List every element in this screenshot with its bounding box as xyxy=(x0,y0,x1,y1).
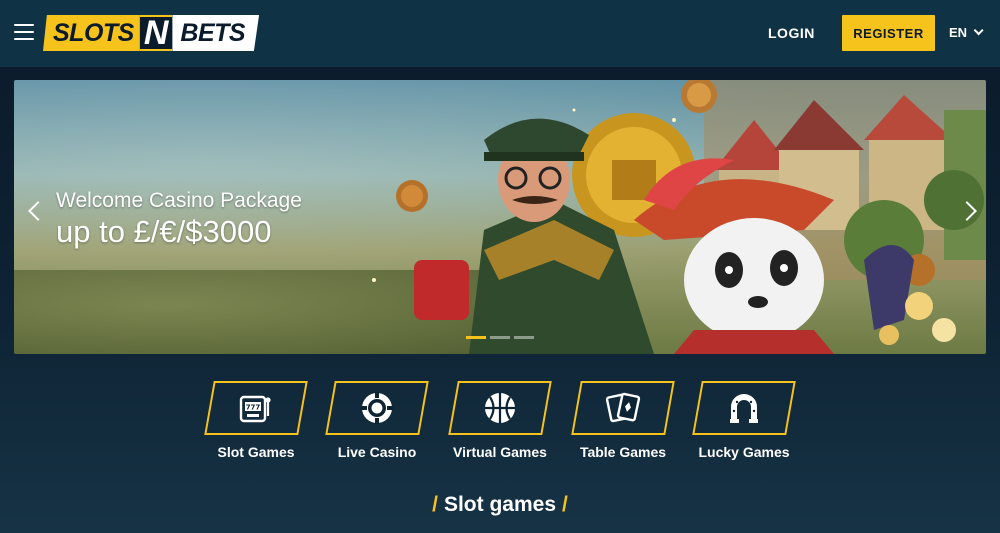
carousel-dot[interactable] xyxy=(514,336,534,339)
promo-banner[interactable]: Welcome Casino Package up to £/€/$3000 xyxy=(14,80,986,354)
logo-text-n: N xyxy=(139,14,173,52)
category-label: Virtual Games xyxy=(453,444,547,460)
category-live-casino[interactable]: Live Casino xyxy=(325,381,429,460)
category-label: Table Games xyxy=(579,444,667,460)
heading-slash-left: / xyxy=(432,493,438,516)
category-slot-games[interactable]: 777 Slot Games xyxy=(204,381,308,460)
category-label: Live Casino xyxy=(337,444,417,460)
banner-title: Welcome Casino Package xyxy=(56,189,302,212)
chevron-down-icon xyxy=(973,25,984,36)
language-label: EN xyxy=(949,25,968,40)
slot-machine-icon: 777 xyxy=(239,395,271,423)
carousel-dot[interactable] xyxy=(490,336,510,339)
category-label: Slot Games xyxy=(217,444,295,460)
heading-slash-right: / xyxy=(562,493,568,516)
language-selector[interactable]: EN xyxy=(949,25,984,40)
category-virtual-games[interactable]: Virtual Games xyxy=(448,381,552,460)
category-tile xyxy=(448,381,552,435)
category-tile: 777 xyxy=(204,381,308,435)
section-title-text: Slot games xyxy=(443,493,557,516)
banner-subtitle: up to £/€/$3000 xyxy=(56,214,272,249)
hamburger-menu-icon[interactable] xyxy=(14,24,34,41)
carousel-dot[interactable] xyxy=(466,336,486,339)
site-logo[interactable]: SLOTS N BETS xyxy=(43,14,285,52)
category-tile xyxy=(325,381,429,435)
casino-chip-icon xyxy=(361,392,393,424)
category-lucky-games[interactable]: Lucky Games xyxy=(692,381,796,460)
logo-text-slots: SLOTS xyxy=(43,15,140,51)
register-button[interactable]: REGISTER xyxy=(842,15,935,51)
basketball-icon xyxy=(485,393,515,423)
category-tile xyxy=(692,381,796,435)
top-header: SLOTS N BETS LOGIN REGISTER EN xyxy=(0,0,1000,67)
horseshoe-icon xyxy=(730,394,758,423)
category-tile xyxy=(571,381,675,435)
playing-cards-icon xyxy=(605,392,641,423)
section-heading: / Slot games / xyxy=(0,493,1000,517)
category-label: Lucky Games xyxy=(698,444,790,460)
category-table-games[interactable]: Table Games xyxy=(571,381,675,460)
logo-text-bets: BETS xyxy=(172,15,260,51)
login-button[interactable]: LOGIN xyxy=(768,25,815,41)
svg-text:777: 777 xyxy=(246,404,261,412)
carousel-pagination xyxy=(466,336,534,339)
